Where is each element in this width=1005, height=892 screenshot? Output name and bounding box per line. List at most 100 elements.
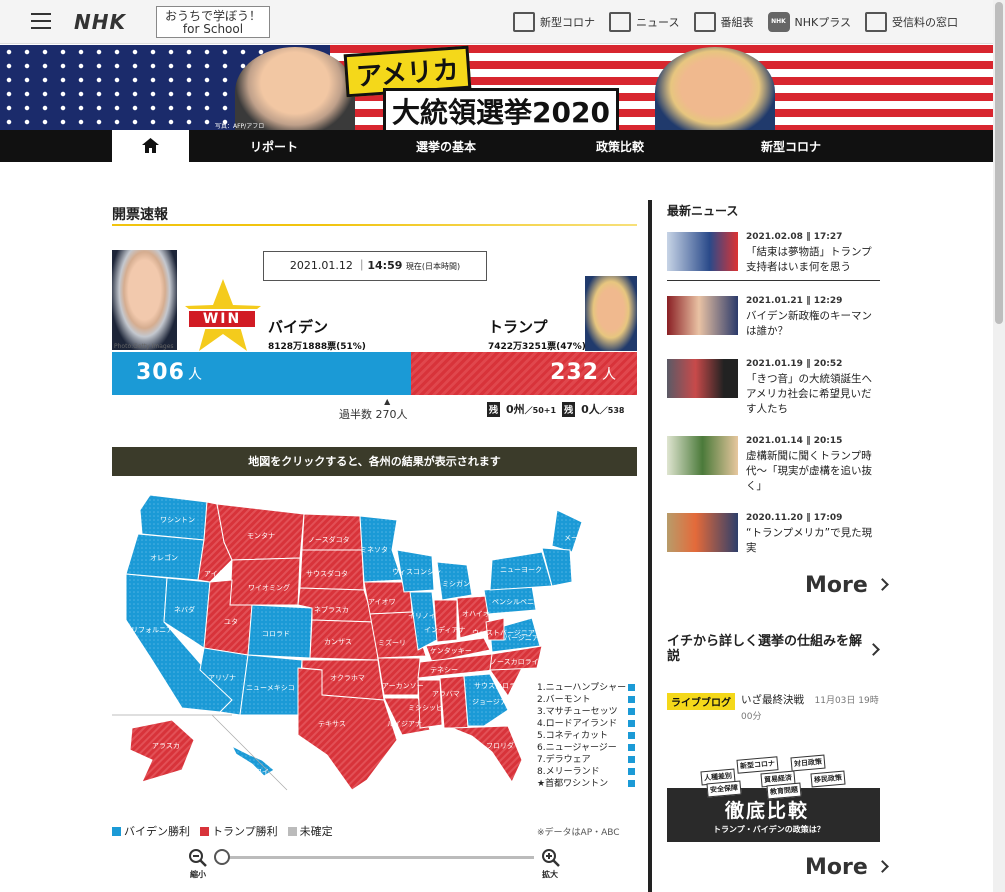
trump-votes: 7422万3251票(47%) (488, 342, 586, 352)
news-date: 2021.01.14 ‖ 20:15 (746, 436, 843, 446)
small-state-row[interactable]: 4.ロードアイランド (537, 718, 635, 730)
topnav-corona[interactable]: 新型コロナ (513, 12, 595, 32)
map-label: コロラド (262, 630, 290, 638)
majority-label: 過半数 270人 (339, 408, 408, 421)
map-label: ミシガン (442, 579, 470, 588)
legend-swatch (287, 827, 297, 836)
news-time-value: 20:15 (813, 436, 843, 446)
main-nav: リポート 選挙の基本 政策比較 新型コロナ (0, 130, 993, 162)
news-date: 2020.11.20 ‖ 17:09 (746, 513, 843, 523)
topnav-label: 新型コロナ (540, 16, 596, 29)
news-thumbnail (667, 359, 738, 398)
small-state-row[interactable]: 3.マサチューセッツ (537, 706, 635, 718)
timestamp-box: 2021.01.12 ｜14:59 現在(日本時間) (263, 251, 487, 281)
remaining-counts: 残 0州／50+1 残 0人／538 (487, 401, 624, 417)
biden-banner-photo (235, 47, 355, 130)
win-badge: WIN (187, 309, 257, 329)
small-state-row[interactable]: 8.メリーランド (537, 766, 635, 778)
more-link-2[interactable]: More (805, 855, 889, 880)
small-state-row[interactable]: ★首都ワシントン (537, 778, 635, 790)
small-state-row[interactable]: 7.デラウェア (537, 754, 635, 766)
news-thumbnail (667, 296, 738, 335)
topnav-schedule[interactable]: 番組表 (693, 12, 754, 32)
small-state-label: 8.メリーランド (537, 767, 600, 777)
legend-trump: トランプ勝利 (200, 823, 278, 839)
topnav-nhkplus[interactable]: NHK NHKプラス (767, 12, 851, 32)
hamburger-menu-icon[interactable] (31, 13, 51, 31)
small-state-row[interactable]: 5.コネティカット (537, 730, 635, 742)
electoral-result-bar: 306 人 232 人 (112, 352, 637, 395)
topnav-news[interactable]: ニュース (609, 12, 680, 32)
nav-policy[interactable]: 政策比較 (596, 138, 644, 155)
news-thumbnail (667, 513, 738, 552)
map-label: ノースカロライナ (490, 658, 546, 666)
page-scrollbar[interactable] (993, 0, 1005, 892)
more-news-link[interactable]: More (805, 573, 889, 598)
remaining-states-total: ／50+1 (524, 406, 557, 415)
election-banner[interactable]: アメリカ 大統領選挙2020 写真：AFP/アフロ (0, 45, 993, 130)
map-label: アラスカ (152, 742, 180, 750)
state-maine[interactable] (551, 509, 583, 553)
zoom-in-icon[interactable] (541, 848, 561, 868)
remaining-states-value: 0州 (506, 403, 525, 416)
zoom-slider-handle[interactable] (214, 849, 230, 865)
state-alabama[interactable] (439, 675, 469, 729)
home-tab[interactable] (112, 130, 189, 162)
promo-chip: 安全保障 (706, 780, 742, 798)
nav-corona[interactable]: 新型コロナ (761, 138, 821, 155)
liveblog-title: いざ最終決戦 11月03日 19時00分 (741, 693, 887, 725)
liveblog-item[interactable]: ライブブログ いざ最終決戦 11月03日 19時00分 (667, 693, 887, 725)
nav-basics[interactable]: 選挙の基本 (416, 138, 476, 155)
biden-votes: 8128万1888票(51%) (268, 342, 366, 352)
policy-comparison-banner[interactable]: 新型コロナ 対日政策 人種差別 貿易経済 移民政策 安全保障 教育問題 徹底比較… (667, 752, 880, 842)
trump-photo (585, 276, 637, 351)
state-result-swatch (628, 732, 635, 739)
news-time-value: 17:27 (813, 232, 843, 242)
news-separator (667, 280, 880, 281)
legend-label: トランプ勝利 (212, 825, 278, 838)
state-north-dakota[interactable] (301, 513, 363, 551)
explainer-link[interactable]: イチから詳しく選挙の仕組みを解説 (667, 634, 867, 664)
timestamp-sep: ｜ (356, 259, 368, 272)
map-instruction: 地図をクリックすると、各州の結果が表示されます (112, 447, 637, 476)
top-bar: NHK おうちで学ぼう！ for School 新型コロナ ニュース 番組表 N… (0, 0, 993, 44)
nav-report[interactable]: リポート (250, 138, 298, 155)
banner-title: アメリカ 大統領選挙2020 (343, 45, 635, 130)
small-state-label: 3.マサチューセッツ (537, 707, 618, 717)
map-label: ウィスコンシン (392, 568, 441, 576)
state-florida[interactable] (451, 725, 523, 784)
scrollbar-thumb[interactable] (995, 2, 1003, 324)
photo-credit: Photo:Getty Images (114, 343, 174, 350)
data-source: ※データはAP・ABC (537, 828, 620, 838)
topnav-label: 番組表 (720, 16, 754, 29)
remaining-tag-2: 残 (562, 401, 576, 417)
news-time-value: 17:09 (813, 513, 843, 523)
zoom-slider-track[interactable] (222, 856, 534, 859)
small-state-row[interactable]: 1.ニューハンプシャー (537, 682, 635, 694)
nhk-plus-icon: NHK (767, 12, 790, 32)
state-result-swatch (628, 756, 635, 763)
remaining-people-value: 0人 (581, 403, 600, 416)
nhk-logo[interactable]: NHK (74, 10, 126, 34)
topnav-fee[interactable]: 受信料の窓口 (865, 12, 958, 32)
map-label: ルイジアナ (387, 720, 422, 728)
news-date: 2021.01.21 ‖ 12:29 (746, 296, 843, 306)
small-state-label: 7.デラウェア (537, 755, 591, 765)
for-school-button[interactable]: おうちで学ぼう！ for School (156, 6, 270, 38)
state-wyoming[interactable] (229, 557, 301, 606)
promo-subtitle: トランプ・バイデンの政策は？ (713, 825, 825, 834)
state-indiana[interactable] (433, 599, 458, 643)
timestamp-note: 現在(日本時間) (405, 262, 461, 271)
map-label: オレゴン (150, 553, 178, 562)
news-date-value: 2021.01.19 (746, 359, 803, 369)
map-label: ミズーリ (378, 638, 406, 647)
small-state-row[interactable]: 2.バーモント (537, 694, 635, 706)
zoom-out-icon[interactable] (188, 848, 208, 868)
small-state-row[interactable]: 6.ニュージャージー (537, 742, 635, 754)
map-label: インディアナ (424, 625, 465, 634)
small-state-label: ★首都ワシントン (537, 779, 609, 789)
map-label: ミネソタ (360, 545, 388, 554)
state-alaska[interactable] (129, 719, 195, 783)
news-date: 2021.01.19 ‖ 20:52 (746, 359, 843, 369)
map-label: ケンタッキー (430, 646, 472, 655)
